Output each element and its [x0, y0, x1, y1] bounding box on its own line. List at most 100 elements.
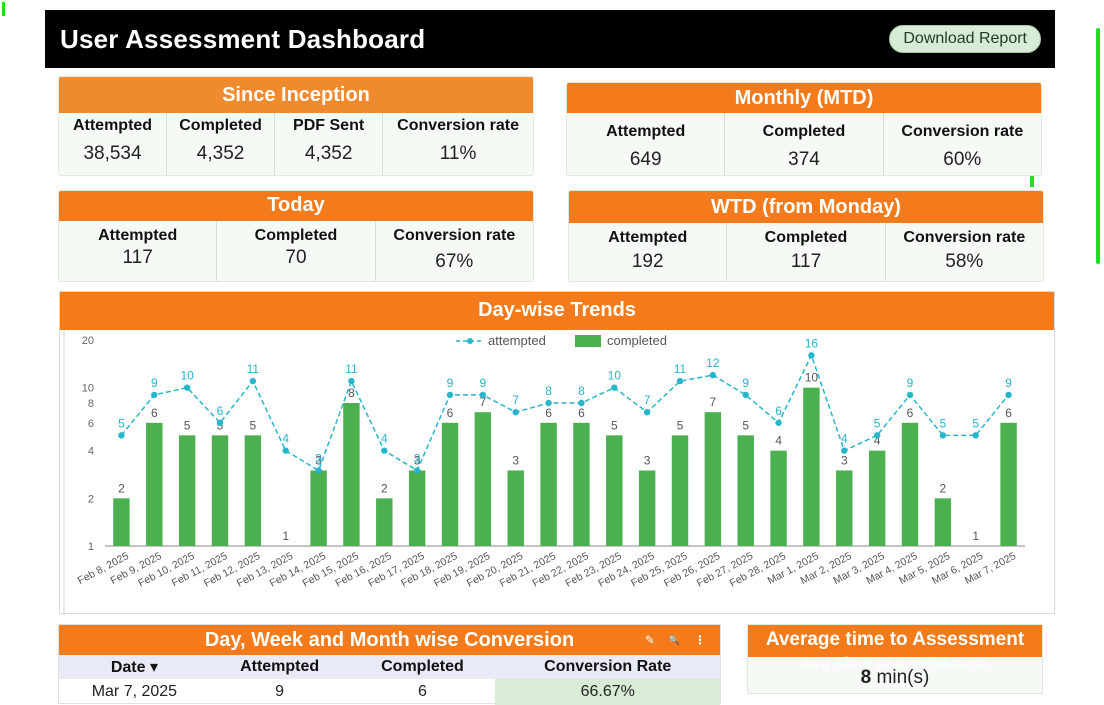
bar-value-label: 5: [611, 418, 618, 432]
bar-value-label: 5: [677, 418, 684, 432]
bar-value-label: 3: [841, 453, 848, 467]
bar-value-label: 6: [545, 406, 552, 420]
point-attempted: [709, 371, 717, 379]
point-attempted: [183, 384, 191, 391]
today-conversion: Conversion rate 67%: [393, 227, 516, 272]
point-value-label: 5: [874, 416, 881, 430]
point-value-label: 8: [545, 384, 552, 398]
bar-completed: [803, 387, 820, 546]
bar-value-label: 1: [972, 529, 979, 543]
legend-attempted-marker: [467, 338, 473, 344]
bar-completed: [934, 498, 952, 546]
point-value-label: 4: [841, 432, 848, 446]
point-value-label: 5: [940, 416, 947, 430]
point-attempted: [841, 447, 848, 454]
download-report-button[interactable]: Download Report: [889, 25, 1041, 53]
bar-completed: [868, 450, 886, 546]
bar-value-label: 6: [151, 406, 158, 420]
bar-completed: [244, 435, 262, 546]
bar-completed: [836, 470, 853, 546]
point-attempted: [512, 408, 519, 416]
bar-completed: [376, 498, 393, 546]
bar-completed: [573, 422, 590, 546]
point-value-label: 4: [282, 432, 289, 446]
column-header-conversion-rate[interactable]: Conversion Rate: [495, 655, 720, 679]
bar-completed: [474, 412, 492, 546]
point-attempted: [643, 408, 651, 416]
point-value-label: 9: [151, 376, 158, 390]
monthly-conversion: Conversion rate 60%: [901, 123, 1024, 170]
trends-title: Day-wise Trends: [60, 292, 1054, 330]
annotation-mark-right: [1096, 28, 1100, 264]
annotation-mark-top-left: [2, 2, 5, 16]
bar-value-label: 2: [381, 481, 388, 495]
point-value-label: 3: [414, 451, 421, 465]
bar-completed: [441, 422, 459, 546]
point-value-label: 8: [578, 384, 585, 398]
cell-conversion-rate: 66.67%: [495, 679, 720, 705]
bar-value-label: 2: [118, 481, 125, 495]
legend-completed-label: completed: [607, 333, 667, 348]
point-value-label: 7: [644, 393, 651, 407]
bar-value-label: 6: [447, 406, 454, 420]
point-attempted: [545, 399, 552, 407]
point-value-label: 6: [217, 404, 224, 418]
avg-time-title: Average time to Assessment: [748, 625, 1042, 657]
bar-completed: [310, 470, 327, 546]
point-value-label: 5: [972, 416, 979, 430]
today-attempted: Attempted 117: [59, 221, 218, 281]
bar-value-label: 2: [940, 481, 947, 495]
edit-icon[interactable]: ✎: [645, 625, 655, 655]
table-row: Mar 7, 2025 9 6 66.67%: [59, 679, 720, 705]
point-attempted: [446, 391, 454, 399]
bar-value-label: 6: [578, 406, 585, 420]
conversion-toolbar: ✎ 🔍 ⋮: [645, 625, 706, 655]
point-attempted: [151, 391, 158, 399]
monthly-title: Monthly (MTD): [567, 83, 1041, 113]
point-value-label: 16: [805, 336, 819, 350]
since-inception-conversion: Conversion rate 11%: [397, 117, 519, 164]
point-attempted: [249, 377, 257, 385]
bar-completed: [704, 412, 722, 546]
day-wise-trends-chart: 124681020attemptedcompleted2655513823673…: [63, 330, 1025, 615]
point-value-label: 4: [381, 432, 388, 446]
point-attempted: [906, 391, 914, 399]
point-attempted: [381, 447, 388, 454]
point-value-label: 10: [180, 369, 194, 383]
conversion-table-panel: Day, Week and Month wise Conversion ✎ 🔍 …: [58, 624, 721, 705]
bar-value-label: 4: [775, 434, 782, 448]
bar-completed: [671, 435, 689, 546]
point-attempted: [282, 447, 289, 454]
zoom-icon[interactable]: 🔍: [669, 625, 680, 655]
point-value-label: 3: [315, 451, 322, 465]
bar-completed: [606, 435, 623, 546]
point-attempted: [873, 432, 881, 439]
wtd-attempted: Attempted 192: [569, 223, 728, 281]
bar-value-label: 5: [742, 418, 749, 432]
point-attempted: [939, 432, 947, 439]
point-attempted: [972, 432, 979, 439]
point-value-label: 7: [512, 393, 519, 407]
bar-value-label: 5: [250, 418, 257, 432]
bar-value-label: 5: [184, 418, 191, 432]
since-inception-title: Since Inception: [59, 77, 533, 113]
y-tick-label: 2: [88, 493, 94, 505]
monthly-completed: Completed 374: [725, 113, 884, 175]
bar-completed: [113, 498, 130, 546]
bar-completed: [770, 450, 787, 546]
point-attempted: [479, 391, 487, 399]
cell-date: Mar 7, 2025: [91, 683, 178, 700]
legend-attempted-label: attempted: [488, 333, 546, 348]
more-options-icon[interactable]: ⋮: [694, 625, 706, 655]
point-attempted: [808, 352, 815, 359]
legend-completed-swatch: [575, 335, 601, 347]
column-header-date[interactable]: Date ▾: [59, 655, 210, 679]
wtd-completed: Completed 117: [727, 223, 886, 281]
wtd-conversion: Conversion rate 58%: [903, 229, 1026, 272]
point-value-label: 11: [247, 362, 260, 376]
column-header-completed[interactable]: Completed: [349, 655, 496, 679]
column-header-attempted[interactable]: Attempted: [209, 655, 350, 679]
avg-time-card: Average time to Assessment Avg Time to A…: [747, 624, 1043, 694]
bar-completed: [540, 422, 557, 546]
dashboard-header: User Assessment Dashboard Download Repor…: [45, 10, 1055, 68]
